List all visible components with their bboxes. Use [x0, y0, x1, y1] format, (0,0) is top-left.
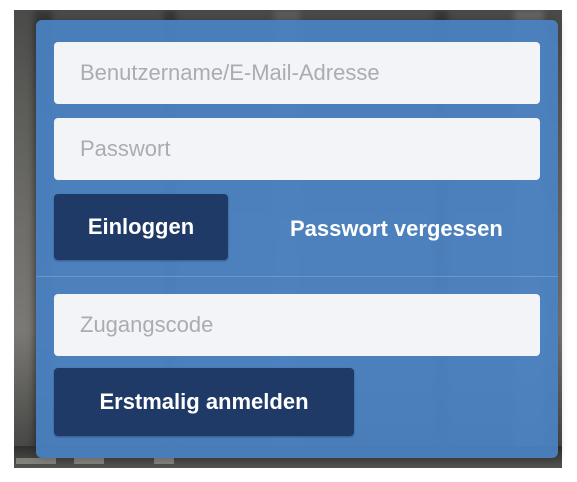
background-shape	[154, 458, 174, 464]
background-shape	[74, 458, 104, 464]
first-time-register-button[interactable]: Erstmalig anmelden	[54, 368, 354, 436]
login-panel: Einloggen Passwort vergessen Erstmalig a…	[36, 20, 558, 458]
password-input[interactable]	[54, 118, 540, 180]
access-code-input[interactable]	[54, 294, 540, 356]
login-button[interactable]: Einloggen	[54, 194, 228, 260]
background-shape	[16, 458, 56, 464]
section-divider	[36, 276, 558, 277]
forgot-password-link[interactable]: Passwort vergessen	[290, 216, 503, 242]
username-email-input[interactable]	[54, 42, 540, 104]
